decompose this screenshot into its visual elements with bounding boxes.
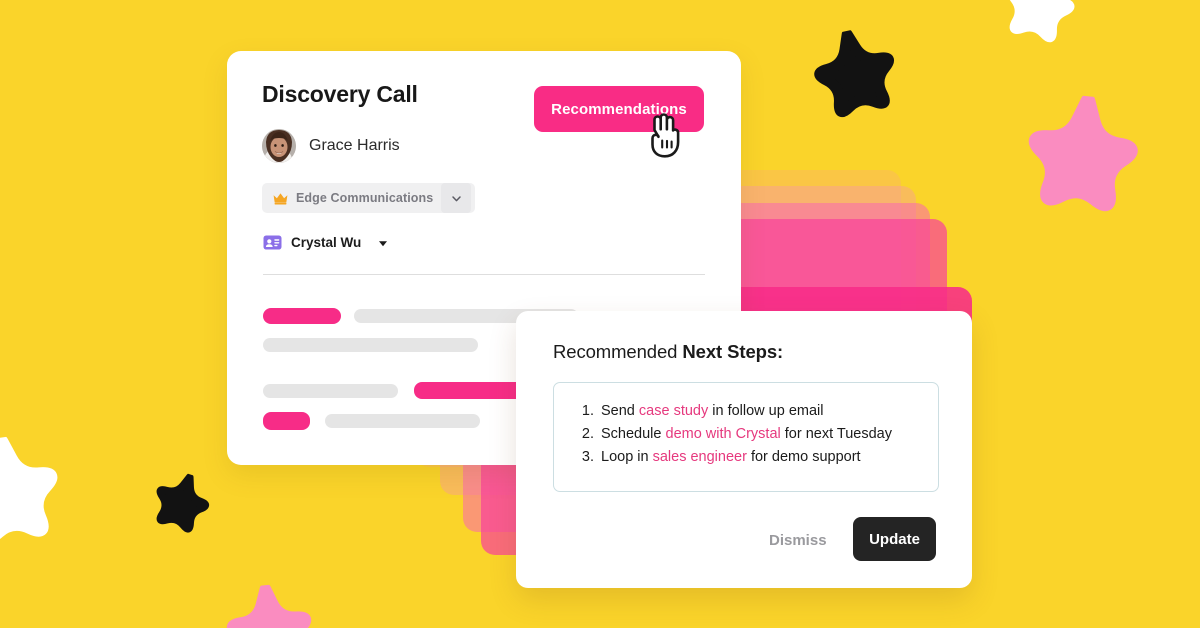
skeleton-bar-gray-4 [325,414,480,428]
step-prefix: Loop in [601,449,653,465]
record-owner-row: Grace Harris [262,129,400,163]
step-highlight[interactable]: demo with Crystal [666,426,781,442]
star-black-bottom [142,465,220,543]
contact-name: Crystal Wu [291,235,362,250]
recommendations-button[interactable]: Recommendations [534,86,704,132]
steps-box: Send case study in follow up emailSchedu… [553,382,939,492]
panel-heading-bold: Next Steps: [682,341,784,362]
contact-selector[interactable]: Crystal Wu [263,235,389,250]
chevron-down-icon[interactable] [441,183,472,213]
next-step-item: Schedule demo with Crystal for next Tues… [598,423,938,446]
owner-name: Grace Harris [309,137,400,154]
dismiss-button[interactable]: Dismiss [763,524,833,557]
poster-canvas: Discovery Call Recommendations Grace Har… [0,0,1200,628]
star-pink-bottom [217,580,323,628]
update-button[interactable]: Update [853,517,936,561]
skeleton-bar-pink-1 [263,308,341,324]
step-suffix: for next Tuesday [780,426,892,442]
step-prefix: Send [601,403,639,419]
panel-heading-plain: Recommended [553,341,683,362]
avatar [262,129,296,163]
step-highlight[interactable]: case study [639,403,708,419]
skeleton-bar-pink-3 [263,412,310,430]
step-prefix: Schedule [601,426,666,442]
skeleton-bar-gray-3 [263,384,398,398]
star-pink-right [1014,90,1150,226]
section-divider [263,274,705,275]
next-step-item: Send case study in follow up email [598,400,938,423]
step-highlight[interactable]: sales engineer [653,449,747,465]
star-black-top [801,21,910,130]
panel-heading: Recommended Next Steps: [553,341,783,363]
page-title: Discovery Call [262,81,418,107]
crown-icon [272,190,289,207]
step-suffix: for demo support [746,449,861,465]
skeleton-bar-gray-2 [263,338,478,352]
recommended-next-steps-panel: Recommended Next Steps: Send case study … [516,311,972,588]
star-white-top [992,0,1087,54]
account-selector[interactable]: Edge Communications [262,183,476,213]
step-suffix: in follow up email [708,403,824,419]
caret-down-icon[interactable] [377,237,389,249]
star-white-left [0,430,73,559]
contact-card-icon [263,235,282,250]
next-steps-list: Send case study in follow up emailSchedu… [554,383,938,469]
account-name: Edge Communications [296,191,434,205]
next-step-item: Loop in sales engineer for demo support [598,446,938,469]
